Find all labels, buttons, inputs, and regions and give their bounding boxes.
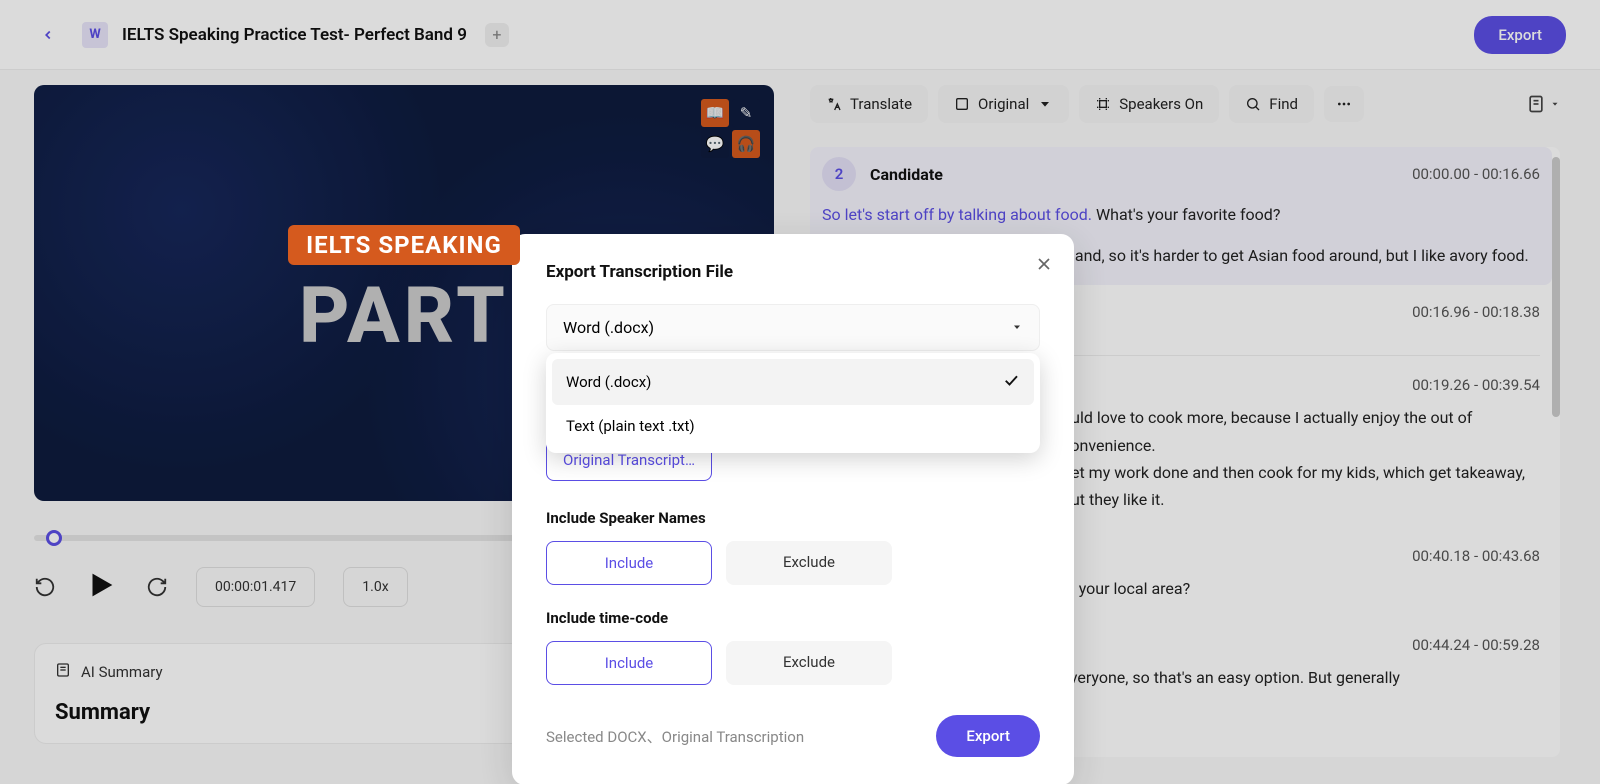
timecode-include-option[interactable]: Include xyxy=(546,641,712,685)
format-option-txt[interactable]: Text (plain text .txt) xyxy=(552,405,1034,447)
modal-title: Export Transcription File xyxy=(546,262,1040,282)
format-dropdown: Word (.docx) Text (plain text .txt) xyxy=(546,353,1040,453)
close-button[interactable] xyxy=(1034,254,1054,278)
speaker-exclude-option[interactable]: Exclude xyxy=(726,541,892,585)
video-part-text: PART xyxy=(299,271,509,362)
modal-export-button[interactable]: Export xyxy=(936,715,1040,757)
chevron-down-icon xyxy=(1011,318,1023,337)
selected-summary: Selected DOCX、Original Transcription xyxy=(546,726,804,747)
check-icon xyxy=(1002,371,1020,393)
export-modal: Export Transcription File Word (.docx) W… xyxy=(512,234,1074,784)
format-option-docx[interactable]: Word (.docx) xyxy=(552,359,1034,405)
speaker-include-option[interactable]: Include xyxy=(546,541,712,585)
include-speaker-label: Include Speaker Names xyxy=(546,509,1040,527)
format-select-value: Word (.docx) xyxy=(563,318,654,337)
timecode-exclude-option[interactable]: Exclude xyxy=(726,641,892,685)
include-timecode-label: Include time-code xyxy=(546,609,1040,627)
video-tag: IELTS SPEAKING xyxy=(288,225,520,265)
format-select[interactable]: Word (.docx) Word (.docx) Text (plain te… xyxy=(546,304,1040,351)
